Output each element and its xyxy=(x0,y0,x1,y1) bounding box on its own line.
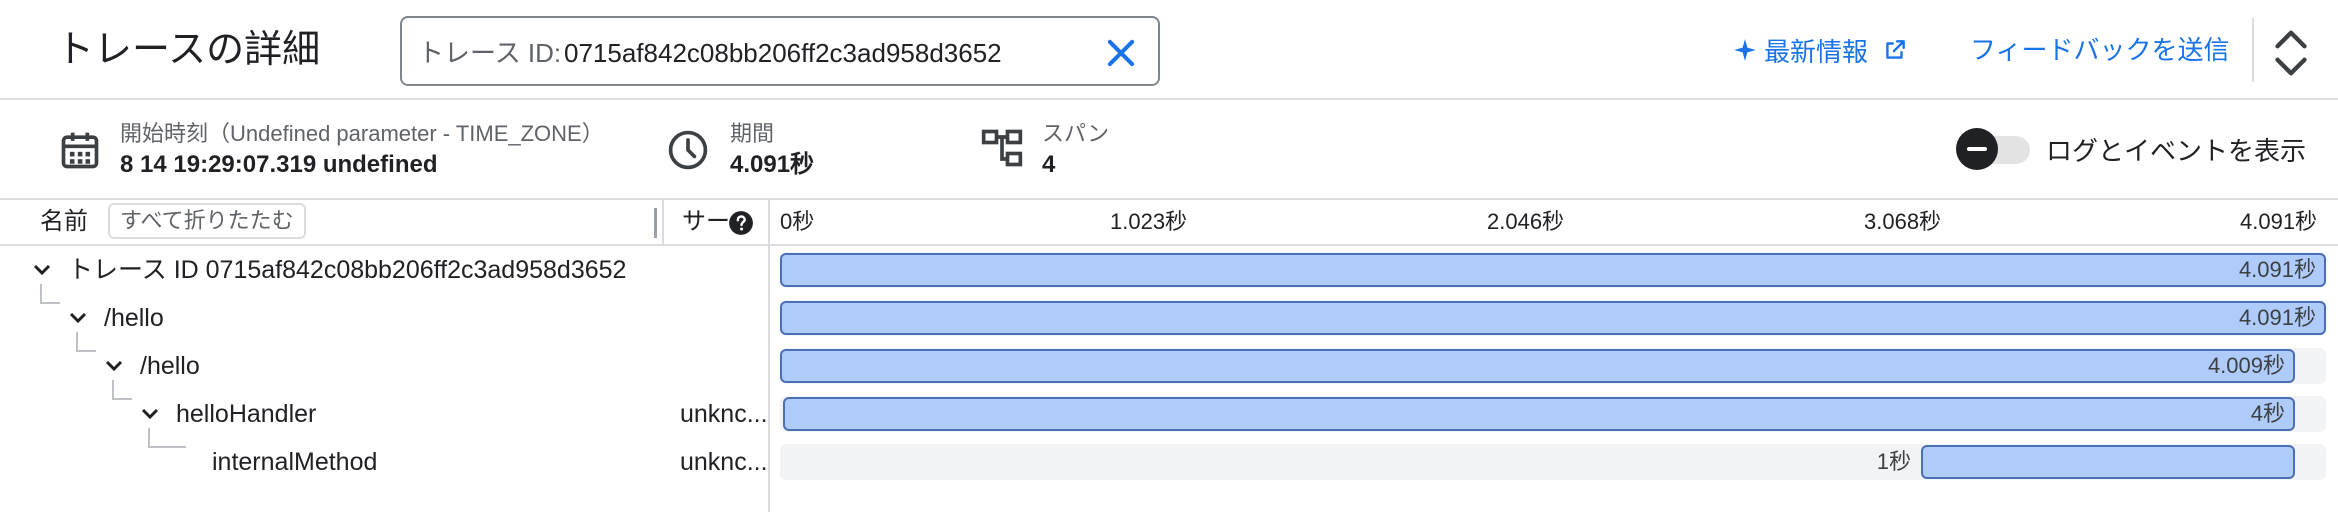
span-timeline-track: 4.091秒 xyxy=(780,252,2326,288)
tree-connector xyxy=(40,284,60,304)
duration-label: 期間 xyxy=(730,121,775,146)
span-tree-icon xyxy=(981,129,1023,167)
chevron-down-icon[interactable] xyxy=(30,258,54,282)
close-icon[interactable] xyxy=(1102,34,1140,72)
tree-connector xyxy=(76,332,96,352)
span-name[interactable]: internalMethod xyxy=(212,444,377,480)
header-divider xyxy=(2252,18,2254,82)
duration-value: 4.091秒 xyxy=(730,151,815,178)
collapse-all-button[interactable]: すべて折りたたむ xyxy=(108,203,306,239)
trace-id-input[interactable]: トレース ID: 0715af842c08bb206ff2c3ad958d365… xyxy=(400,16,1160,86)
span-service: unknc... xyxy=(680,448,768,476)
service-column-header: サー xyxy=(682,208,730,235)
spans-value: 4 xyxy=(1042,151,1056,178)
external-link-icon xyxy=(1886,40,1905,59)
chevron-down-icon[interactable] xyxy=(66,306,90,330)
sparkle-icon xyxy=(1734,39,1756,61)
calendar-icon xyxy=(61,132,99,169)
timeline-tick: 4.091秒 xyxy=(2240,209,2318,234)
timeline-tick: 2.046秒 xyxy=(1487,209,1565,234)
chevron-down-icon[interactable] xyxy=(102,354,126,378)
span-name[interactable]: トレース ID 0715af842c08bb206ff2c3ad958d3652 xyxy=(68,252,626,288)
span-duration-label: 4.091秒 xyxy=(2238,305,2316,330)
timeline-tick: 1.023秒 xyxy=(1110,209,1188,234)
span-service: unknc... xyxy=(680,400,768,428)
clock-icon xyxy=(668,130,708,170)
service-column-divider xyxy=(768,200,770,512)
span-duration-label: 4秒 xyxy=(2250,401,2285,426)
page-title: トレースの詳細 xyxy=(56,29,321,71)
span-timeline-track: 4.091秒 xyxy=(780,300,2326,336)
span-duration-label: 1秒 xyxy=(1876,449,1911,474)
timeline-tick: 0秒 xyxy=(780,209,815,234)
span-name[interactable]: helloHandler xyxy=(176,396,316,432)
span-timeline-track: 1秒 xyxy=(780,444,2326,480)
logs-events-toggle-label: ログとイベントを表示 xyxy=(2046,136,2307,166)
start-time-value: 8 14 19:29:07.319 undefined xyxy=(120,151,438,178)
trace-id-value[interactable]: 0715af842c08bb206ff2c3ad958d3652 xyxy=(564,36,1002,70)
chevron-down-icon[interactable] xyxy=(138,402,162,426)
start-time-label: 開始時刻（Undefined parameter - TIME_ZONE） xyxy=(120,121,604,146)
span-name[interactable]: /hello xyxy=(104,300,164,336)
span-duration-label: 4.091秒 xyxy=(2238,257,2316,282)
spans-label: スパン xyxy=(1042,121,1110,146)
name-column-resize-handle[interactable] xyxy=(654,208,657,238)
span-timeline-track: 4秒 xyxy=(780,396,2326,432)
span-name[interactable]: /hello xyxy=(140,348,200,384)
name-column-header: 名前 xyxy=(40,208,88,235)
name-column-divider xyxy=(662,200,664,246)
help-icon[interactable] xyxy=(728,210,754,236)
span-timeline-track: 4.009秒 xyxy=(780,348,2326,384)
whats-new-label: 最新情報 xyxy=(1764,36,1869,67)
span-bar[interactable] xyxy=(1921,445,2295,479)
unfold-icon[interactable] xyxy=(2270,26,2312,80)
trace-id-label: トレース ID: xyxy=(418,38,562,68)
span-duration-label: 4.009秒 xyxy=(2207,353,2285,378)
tree-connector xyxy=(112,380,132,400)
send-feedback-link[interactable]: フィードバックを送信 xyxy=(1970,32,2229,68)
tree-connector xyxy=(148,428,186,448)
toggle-knob[interactable] xyxy=(1956,128,1998,170)
timeline-tick: 3.068秒 xyxy=(1864,209,1942,234)
whats-new-link[interactable]: 最新情報 xyxy=(1732,30,1908,70)
